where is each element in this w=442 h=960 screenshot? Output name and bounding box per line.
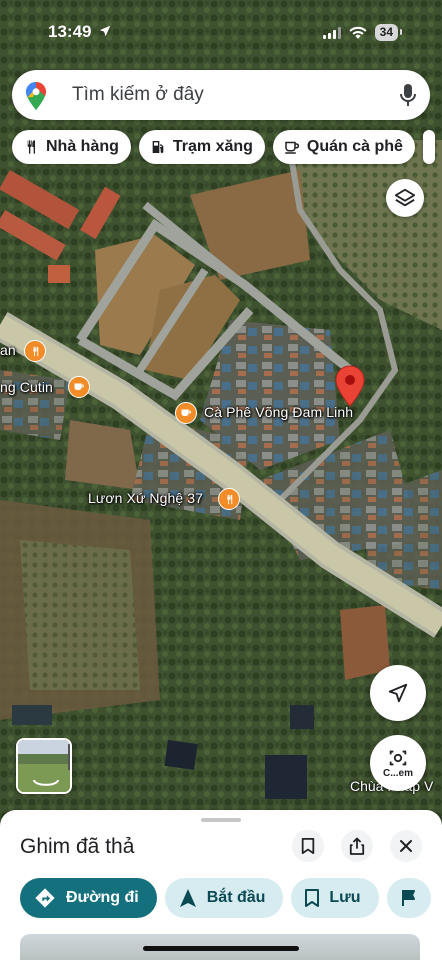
gas-station-icon [149,138,167,156]
coffee-cup-icon [181,409,191,416]
navigation-arrow-icon [179,889,196,907]
bookmark-icon [305,889,320,907]
chip-restaurants[interactable]: Nhà hàng [12,130,131,164]
chip-gas-stations[interactable]: Trạm xăng [138,130,265,164]
save-bookmark-button[interactable] [292,830,324,862]
restaurant-marker-an[interactable] [24,340,46,362]
label-button[interactable] [386,878,431,918]
status-icons: 34 [322,24,403,41]
fork-knife-icon [226,494,232,504]
directions-label: Đường đi [66,889,139,906]
chip-label: Nhà hàng [46,138,119,155]
lens-label: C...em [382,768,413,779]
directions-icon [35,888,55,908]
drag-handle[interactable] [201,818,241,822]
dropped-pin-icon[interactable] [335,365,365,407]
bookmark-icon [301,838,315,854]
fork-knife-icon [32,346,38,356]
coffee-cup-icon [283,138,301,156]
map-label-cafe-vong-dam-linh[interactable]: Cà Phê Võng Đam Linh [204,404,353,420]
share-icon [349,837,365,855]
place-bottom-sheet[interactable]: Ghim đã thả Đường đi Bắt đầu Lưu [0,810,442,960]
location-arrow-icon [99,25,111,37]
microphone-icon[interactable] [400,83,416,107]
save-label: Lưu [329,889,361,906]
flag-icon [401,890,415,906]
search-bar[interactable]: Tìm kiếm ở đây [12,70,430,120]
search-input[interactable]: Tìm kiếm ở đây [72,84,204,106]
cafe-marker-cutin[interactable] [68,376,90,398]
start-label: Bắt đầu [206,889,266,906]
chip-label: Quán cà phê [306,138,403,155]
home-indicator [143,946,299,951]
map-label-luon-xu-nghe[interactable]: Lươn Xứ Nghệ 37 [88,490,203,506]
wifi-icon [349,26,367,39]
cafe-marker-vong-dam-linh[interactable] [175,402,197,424]
cellular-signal-icon [322,26,341,39]
status-time: 13:49 [48,22,112,42]
map-label-an: an [0,342,16,358]
close-icon [400,840,412,852]
layers-icon [394,188,416,207]
street-view-thumbnail[interactable] [16,738,72,794]
chip-more[interactable] [422,130,435,164]
map-label-cutin: ng Cutin [0,379,53,395]
category-chips: Nhà hàng Trạm xăng Quán cà phê [12,130,435,164]
chip-label: Trạm xăng [172,138,253,155]
clock-text: 13:49 [48,22,92,41]
place-title: Ghim đã thả [20,835,135,858]
layers-button[interactable] [386,179,424,217]
restaurant-marker-luon-xu-nghe[interactable] [218,488,240,510]
close-button[interactable] [390,830,422,862]
navigation-arrow-icon [388,683,408,703]
my-location-button[interactable] [370,665,426,721]
status-bar: 13:49 34 [0,0,442,60]
google-maps-pin-icon [26,82,46,110]
directions-button[interactable]: Đường đi [20,878,157,918]
coffee-cup-icon [74,383,84,390]
camera-lens-icon [389,750,407,766]
fork-knife-icon [22,138,40,156]
save-button[interactable]: Lưu [291,878,379,918]
lens-button[interactable]: C...em [370,735,426,791]
battery-indicator: 34 [374,24,403,41]
share-button[interactable] [341,830,373,862]
street-view-image [18,740,70,792]
chip-coffee-shops[interactable]: Quán cà phê [272,130,415,164]
start-button[interactable]: Bắt đầu [164,878,284,918]
action-buttons: Đường đi Bắt đầu Lưu [20,878,431,918]
